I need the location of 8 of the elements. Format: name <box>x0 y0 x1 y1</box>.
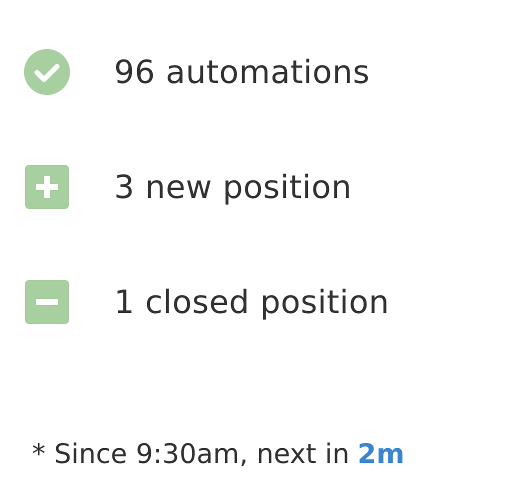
summary-text: 1 closed position <box>114 283 390 321</box>
footnote-text: * Since 9:30am, next in <box>32 439 350 470</box>
summary-text: 3 new position <box>114 168 352 206</box>
summary-text: 96 automations <box>114 53 370 91</box>
check-circle-icon <box>24 49 70 95</box>
minus-square-icon <box>24 279 70 325</box>
plus-square-icon <box>24 164 70 210</box>
countdown-link[interactable]: 2m <box>358 439 404 470</box>
